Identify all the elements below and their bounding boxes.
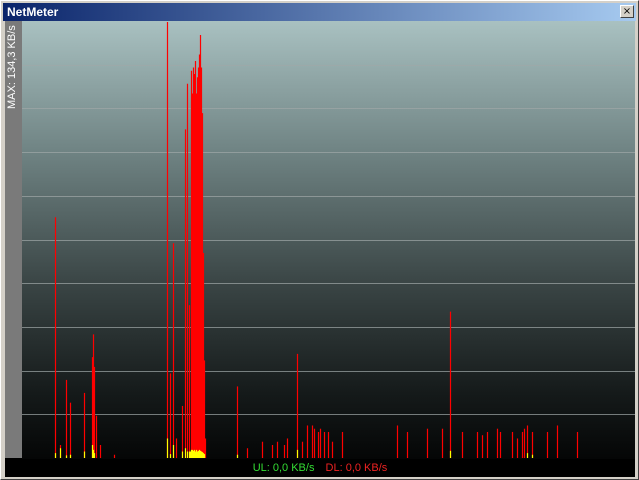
netmeter-window: NetMeter × MAX: 134,3 KB/s UL: 0,0 KB/s …	[0, 0, 639, 480]
graph-area: MAX: 134,3 KB/s UL: 0,0 KB/s DL: 0,0 KB/…	[5, 21, 635, 477]
download-rate: DL: 0,0 KB/s	[325, 462, 388, 474]
traffic-plot	[22, 21, 635, 459]
window-title: NetMeter	[7, 5, 59, 19]
traffic-chart	[22, 21, 635, 458]
axis-strip: MAX: 134,3 KB/s	[5, 21, 22, 458]
max-value-label: MAX: 134,3 KB/s	[6, 25, 18, 109]
upload-rate: UL: 0,0 KB/s	[252, 462, 315, 474]
close-button[interactable]: ×	[620, 5, 634, 18]
status-bar: UL: 0,0 KB/s DL: 0,0 KB/s	[5, 459, 635, 477]
max-label-container: MAX: 134,3 KB/s	[6, 25, 20, 225]
title-bar[interactable]: NetMeter ×	[3, 3, 636, 21]
